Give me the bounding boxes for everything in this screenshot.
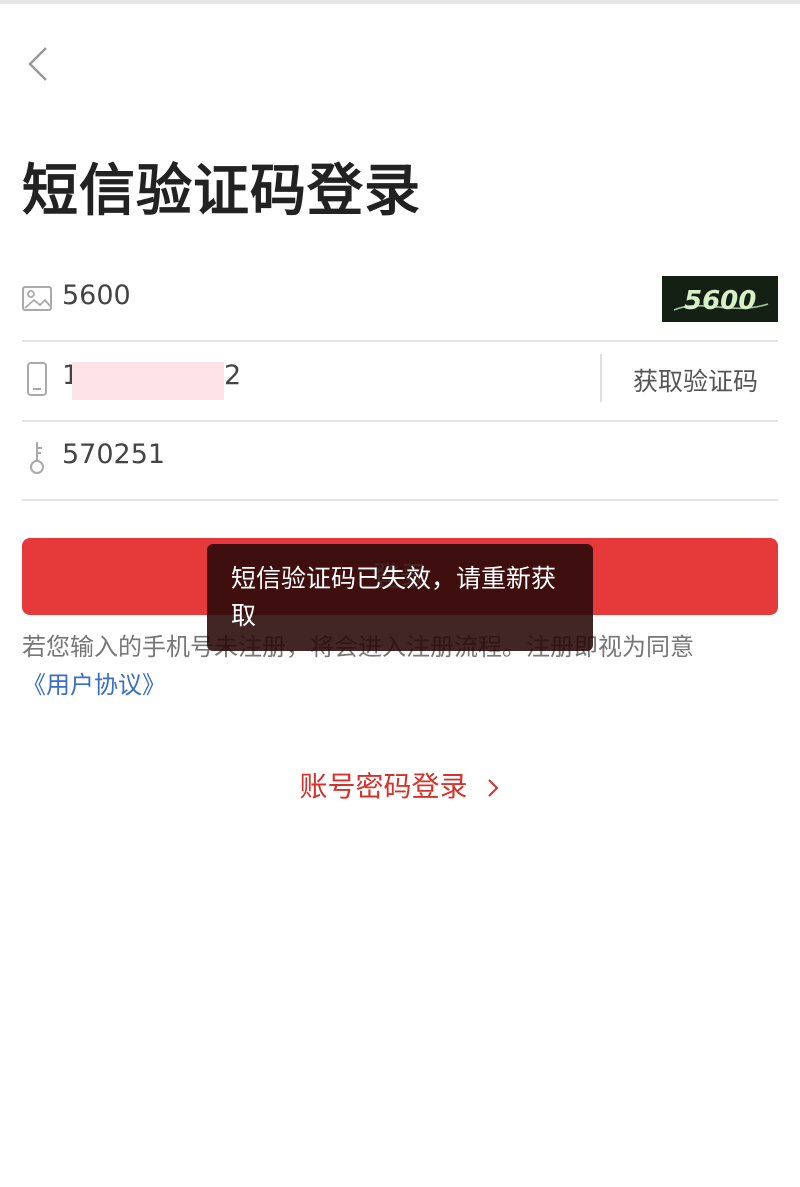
toast: 短信验证码已失效，请重新获取 <box>207 544 593 651</box>
phone-icon <box>27 362 47 396</box>
phone-suffix: 2 <box>224 360 242 391</box>
captcha-row: 5600 5600 <box>22 262 778 342</box>
chevron-left-icon <box>28 47 47 81</box>
captcha-image[interactable]: 5600 <box>662 276 778 322</box>
get-code-button[interactable]: 获取验证码 <box>633 362 758 398</box>
top-divider <box>0 0 800 4</box>
sms-code-row: 570251 <box>22 421 778 501</box>
image-icon <box>22 286 52 311</box>
field-separator <box>600 354 602 402</box>
back-button[interactable] <box>22 42 62 86</box>
sms-code-input[interactable]: 570251 <box>62 439 165 470</box>
chevron-right-icon <box>488 779 499 797</box>
toast-message: 短信验证码已失效，请重新获取 <box>231 564 557 630</box>
captcha-input[interactable]: 5600 <box>62 280 131 311</box>
page-title: 短信验证码登录 <box>22 159 421 224</box>
password-login-label: 账号密码登录 <box>299 770 468 803</box>
user-agreement-link[interactable]: 《用户协议》 <box>22 671 166 699</box>
password-login-link[interactable]: 账号密码登录 <box>0 765 800 805</box>
phone-row: 1 2 获取验证码 <box>22 342 778 422</box>
captcha-image-text: 5600 <box>684 286 756 316</box>
key-icon <box>30 442 44 474</box>
redacted-block <box>72 362 224 400</box>
